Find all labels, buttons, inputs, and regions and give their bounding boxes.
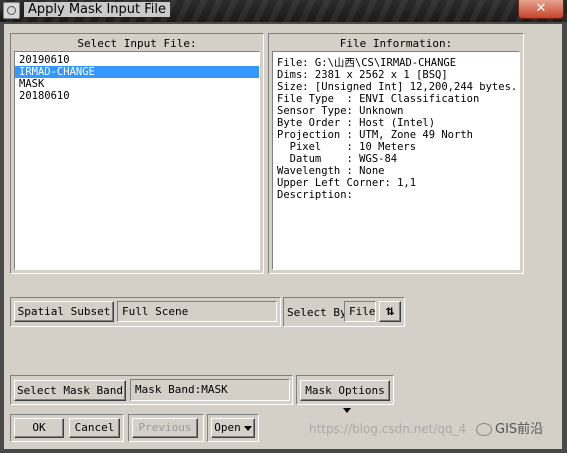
app-icon	[3, 2, 20, 19]
input-file-list[interactable]: 20190610 IRMAD-CHANGE MASK 20180610	[14, 51, 260, 270]
sort-toggle-button[interactable]: ⇅	[379, 301, 401, 322]
chevron-down-icon	[243, 425, 252, 431]
wechat-icon	[476, 423, 492, 436]
file-info-line: Description:	[277, 189, 353, 201]
file-info-line: Datum : WGS-84	[277, 153, 398, 165]
watermark-url: https://blog.csdn.net/qq_4	[309, 422, 467, 436]
window-title: Apply Mask Input File	[24, 2, 170, 17]
previous-group: Previous	[128, 414, 204, 442]
sort-icon: ⇅	[385, 303, 395, 319]
ok-cancel-group: OK Cancel	[10, 414, 124, 442]
list-item[interactable]: 20180610	[15, 90, 259, 102]
dialog: Select Input File: 20190610 IRMAD-CHANGE M…	[4, 24, 562, 449]
spatial-subset-group: Spatial Subset Full Scene	[10, 297, 281, 327]
chevron-down-icon	[342, 407, 351, 413]
list-item[interactable]: 20190610	[15, 54, 259, 66]
mask-options-label: Mask Options	[305, 384, 385, 397]
file-info-line: Wavelength : None	[277, 165, 385, 177]
mask-band-value: Mask Band:MASK	[130, 379, 290, 401]
list-item[interactable]: IRMAD-CHANGE	[15, 66, 259, 78]
file-info-line: Dims: 2381 x 2562 x 1 [BSQ]	[277, 69, 448, 81]
file-info-line: Pixel : 10 Meters	[277, 141, 417, 153]
watermark-brand-text: GIS前沿	[495, 422, 544, 437]
list-item[interactable]: MASK	[15, 78, 259, 90]
select-by-group: Select By File ⇅	[283, 297, 405, 327]
select-by-value: File	[344, 301, 376, 322]
file-info-panel: File Information: File: G:\山西\CS\IRMAD-C…	[268, 33, 524, 274]
watermark-brand: GIS前沿	[476, 418, 543, 437]
open-group: Open	[207, 414, 259, 442]
file-info-heading: File Information:	[339, 37, 453, 50]
file-info-line: Upper Left Corner: 1,1	[277, 177, 417, 189]
spatial-subset-value: Full Scene	[117, 301, 277, 322]
close-button[interactable]: ✕	[518, 0, 564, 19]
select-by-label: Select By	[287, 306, 347, 319]
open-label: Open	[214, 421, 241, 434]
mask-options-group: Mask Options	[296, 375, 394, 413]
file-info-line: File Type : ENVI Classification	[277, 93, 480, 105]
cancel-button[interactable]: Cancel	[69, 418, 120, 438]
input-file-heading: Select Input File:	[77, 37, 197, 50]
ok-button[interactable]: OK	[14, 418, 64, 438]
file-info-box: File: G:\山西\CS\IRMAD-CHANGE Dims: 2381 x …	[272, 51, 520, 270]
previous-button[interactable]: Previous	[132, 418, 198, 438]
file-info-line: Sensor Type: Unknown	[277, 105, 404, 117]
file-info-line: Byte Order : Host (Intel)	[277, 117, 436, 129]
input-file-panel: Select Input File: 20190610 IRMAD-CHANGE M…	[10, 33, 264, 274]
mask-options-button[interactable]: Mask Options	[300, 380, 390, 413]
file-info-line: File: G:\山西\CS\IRMAD-CHANGE	[277, 57, 457, 69]
mask-band-group: Select Mask Band Mask Band:MASK	[10, 375, 293, 405]
title-bar: Apply Mask Input File ✕	[0, 0, 567, 22]
select-mask-band-button[interactable]: Select Mask Band	[14, 380, 126, 401]
file-info-line: Projection : UTM, Zone 49 North	[277, 129, 473, 141]
open-button[interactable]: Open	[211, 418, 255, 438]
file-info-line: Size: [Unsigned Int] 12,200,244 bytes.	[277, 81, 518, 93]
spatial-subset-button[interactable]: Spatial Subset	[14, 301, 114, 322]
